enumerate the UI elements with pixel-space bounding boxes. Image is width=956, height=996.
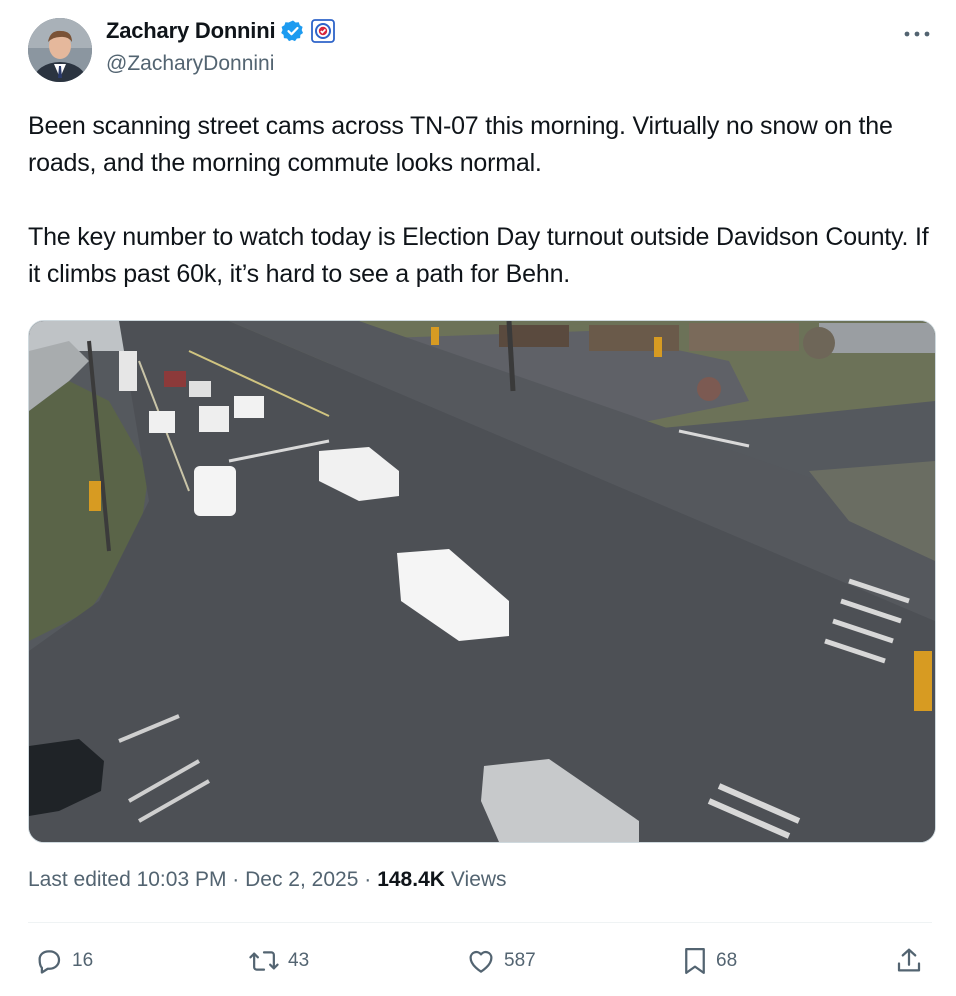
avatar[interactable] — [28, 18, 92, 82]
bookmark-icon — [682, 946, 708, 976]
reply-icon — [34, 946, 64, 976]
views-label: Views — [450, 868, 507, 891]
verified-badge-icon[interactable] — [281, 19, 305, 43]
more-icon[interactable] — [902, 22, 932, 46]
repost-icon — [248, 946, 280, 976]
tweet-meta: Last edited 10:03 PM · Dec 2, 2025 · 148… — [28, 868, 507, 892]
tweet-paragraph: The key number to watch today is Electio… — [28, 223, 929, 288]
repost-count: 43 — [288, 950, 310, 971]
share-button[interactable] — [894, 946, 924, 976]
edited-timestamp[interactable]: Last edited 10:03 PM · Dec 2, 2025 · — [28, 868, 371, 892]
reply-count: 16 — [72, 950, 94, 971]
display-name[interactable]: Zachary Donnini — [106, 18, 276, 44]
like-button[interactable]: 587 — [466, 946, 536, 976]
tweet-paragraph: Been scanning street cams across TN-07 t… — [28, 112, 893, 177]
bookmark-button[interactable]: 68 — [682, 946, 737, 976]
reply-button[interactable]: 16 — [34, 946, 93, 976]
tweet-text: Been scanning street cams across TN-07 t… — [28, 108, 938, 293]
bookmark-count: 68 — [716, 950, 738, 971]
like-icon — [466, 946, 496, 976]
share-icon — [894, 946, 924, 976]
street-cam-photo[interactable] — [28, 320, 936, 843]
divider — [28, 922, 932, 923]
handle[interactable]: @ZacharyDonnini — [106, 52, 274, 76]
repost-button[interactable]: 43 — [248, 946, 309, 976]
affiliation-badge-icon[interactable] — [311, 19, 336, 43]
views-count: 148.4K — [377, 868, 445, 891]
tweet: Zachary Donnini @ZacharyDonnini Been sca… — [0, 0, 956, 996]
like-count: 587 — [504, 950, 536, 971]
